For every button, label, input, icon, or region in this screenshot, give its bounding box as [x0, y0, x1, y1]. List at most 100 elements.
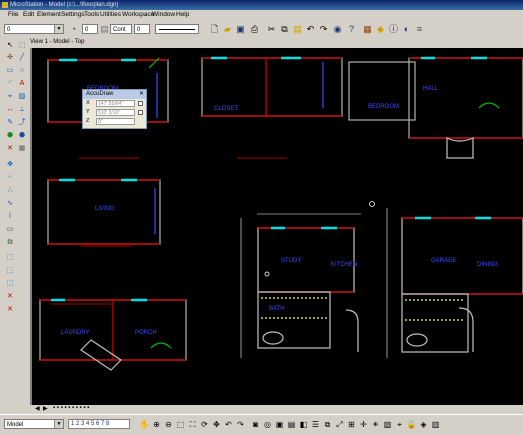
cell-icon[interactable]: ⌖	[5, 92, 15, 102]
extend-icon[interactable]: ✕	[5, 305, 15, 315]
menu-element[interactable]: Element	[37, 11, 61, 18]
view-group-buttons[interactable]: 1 2 3 4 5 6 7 8	[68, 419, 130, 429]
drop-icon[interactable]: ⬣	[17, 131, 27, 141]
new-file-icon[interactable]: 🗋	[209, 24, 220, 35]
redo-icon[interactable]: ↷	[318, 24, 329, 35]
menu-edit[interactable]: Edit	[23, 11, 34, 18]
print-icon[interactable]: ⎙	[249, 24, 260, 35]
render-icon[interactable]: ◎	[262, 419, 273, 430]
weight-combo[interactable]: 0	[82, 24, 98, 34]
menu-file[interactable]: File	[8, 11, 18, 18]
menu-workspace[interactable]: Workspace	[122, 11, 154, 18]
toggle-locks-icon[interactable]: 🔒	[406, 419, 417, 430]
modify-icon[interactable]: ✎	[5, 118, 15, 128]
toggle-grid-icon[interactable]: ⊞	[346, 419, 357, 430]
undo-icon[interactable]: ↶	[305, 24, 316, 35]
view-attributes-icon[interactable]: ▤	[286, 419, 297, 430]
fit-all-icon[interactable]: ⤢	[334, 419, 345, 430]
polyline-icon[interactable]: ⌇	[5, 212, 15, 222]
color-picker-icon[interactable]: ◔	[68, 24, 79, 35]
level-combo[interactable]: 0 ▼	[4, 24, 64, 34]
zoom-out-icon[interactable]: ⊖	[163, 419, 174, 430]
info-icon[interactable]: ⓘ	[388, 24, 399, 35]
circle-icon[interactable]: ○	[17, 66, 27, 76]
line-icon[interactable]: ╱	[17, 53, 27, 63]
rotate-view-icon[interactable]: ⟳	[199, 419, 210, 430]
camera-icon[interactable]: ◙	[250, 419, 261, 430]
y-lock-checkbox[interactable]	[138, 110, 143, 115]
copy-element-icon[interactable]: ⧉	[5, 238, 15, 248]
tags-icon[interactable]: ▦	[17, 144, 27, 154]
shape-icon[interactable]: ▭	[5, 66, 15, 76]
menu-settings[interactable]: Settings	[61, 11, 85, 18]
curve-icon[interactable]: ∿	[5, 199, 15, 209]
accudraw-header[interactable]: AccuDraw ✕	[83, 90, 146, 99]
x-field[interactable]: 147' 55/64"	[96, 100, 135, 107]
points-icon[interactable]: ∴	[5, 186, 15, 196]
manipulate-icon[interactable]: ✣	[5, 53, 15, 63]
pan-view-icon[interactable]: ✥	[211, 419, 222, 430]
trim-icon[interactable]: ✕	[5, 292, 15, 302]
zoom-in-icon[interactable]: ⊕	[151, 419, 162, 430]
accudraw-panel[interactable]: AccuDraw ✕ X 147' 55/64" Y 510' 3/16" Z …	[82, 89, 147, 129]
scroll-right-icon[interactable]: ▶	[43, 405, 48, 412]
measure-icon[interactable]: ⟂	[17, 105, 27, 115]
menu-tools[interactable]: Tools	[84, 11, 99, 18]
scroll-left-icon[interactable]: ◀	[35, 405, 40, 412]
dimension-icon[interactable]: ↔	[5, 105, 15, 115]
rectangle-icon[interactable]: ▭	[5, 225, 15, 235]
x-lock-checkbox[interactable]	[138, 101, 143, 106]
menu-utilities[interactable]: Utilities	[100, 11, 121, 18]
design-history-icon[interactable]: ▦	[362, 24, 373, 35]
change-attributes-icon[interactable]: ⤴	[17, 118, 27, 128]
select-icon[interactable]: ↖	[5, 41, 15, 51]
toggle-accudraw-icon[interactable]: ◈	[418, 419, 429, 430]
groups-icon[interactable]: ⬢	[5, 131, 15, 141]
scale-icon[interactable]: ⬚	[5, 266, 15, 276]
toggle-snap-icon[interactable]: ⌖	[394, 419, 405, 430]
rotate-icon[interactable]: ⬚	[5, 279, 15, 289]
text-icon[interactable]: A	[17, 79, 27, 89]
view-next-icon[interactable]: ↷	[235, 419, 246, 430]
delete-icon[interactable]: ✕	[5, 144, 15, 154]
fence-icon[interactable]: ⬚	[17, 41, 27, 51]
toggle-light-icon[interactable]: ☀	[370, 419, 381, 430]
menu-window[interactable]: Window	[152, 11, 175, 18]
toggle-acs-icon[interactable]: ✛	[358, 419, 369, 430]
references-icon[interactable]: ◆	[375, 24, 386, 35]
toggle-sticky-icon[interactable]: ▥	[430, 419, 441, 430]
update-view-icon[interactable]: ✋	[139, 419, 150, 430]
fit-view-icon[interactable]: ⛶	[187, 419, 198, 430]
copy-icon[interactable]: ⧉	[279, 24, 290, 35]
y-field[interactable]: 510' 3/16"	[96, 109, 135, 116]
chevron-down-icon[interactable]: ▼	[54, 25, 63, 33]
arc-icon[interactable]: ◜	[5, 79, 15, 89]
level-display-icon[interactable]: ☰	[310, 419, 321, 430]
weight-preview[interactable]	[155, 24, 199, 34]
cut-icon[interactable]: ✂	[266, 24, 277, 35]
linestyle-combo[interactable]: Cont	[110, 24, 132, 34]
window-area-icon[interactable]: ⬚	[175, 419, 186, 430]
open-folder-icon[interactable]: ▰	[222, 24, 233, 35]
toggle-fill-icon[interactable]: ▧	[382, 419, 393, 430]
copy-view-icon[interactable]: ⧉	[322, 419, 333, 430]
view-tools-icon[interactable]: ▪ ▪ ▪ ▪ ▪ ▪ ▪ ▪ ▪ ▪	[53, 405, 89, 411]
move-icon[interactable]: ⬚	[5, 253, 15, 263]
grid-icon[interactable]: ⁘	[5, 173, 15, 183]
clip-volume-icon[interactable]: ▣	[274, 419, 285, 430]
view-previous-icon[interactable]: ↶	[223, 419, 234, 430]
levels-icon[interactable]: ◐	[401, 24, 412, 35]
display-style-icon[interactable]: ◧	[298, 419, 309, 430]
model-combo[interactable]: Model ▼	[4, 419, 64, 429]
layers-icon[interactable]: ≡	[414, 24, 425, 35]
z-field[interactable]: 0"	[96, 118, 135, 125]
color-combo[interactable]: 0	[134, 24, 150, 34]
close-icon[interactable]: ✕	[139, 90, 144, 99]
help-icon[interactable]: ?	[346, 24, 357, 35]
snap-icon[interactable]: ✥	[5, 160, 15, 170]
pattern-icon[interactable]: ▨	[17, 92, 27, 102]
menu-help[interactable]: Help	[176, 11, 189, 18]
paste-icon[interactable]: ▤	[292, 24, 303, 35]
key-in-icon[interactable]: ◉	[332, 24, 343, 35]
chevron-down-icon[interactable]: ▼	[54, 420, 63, 428]
